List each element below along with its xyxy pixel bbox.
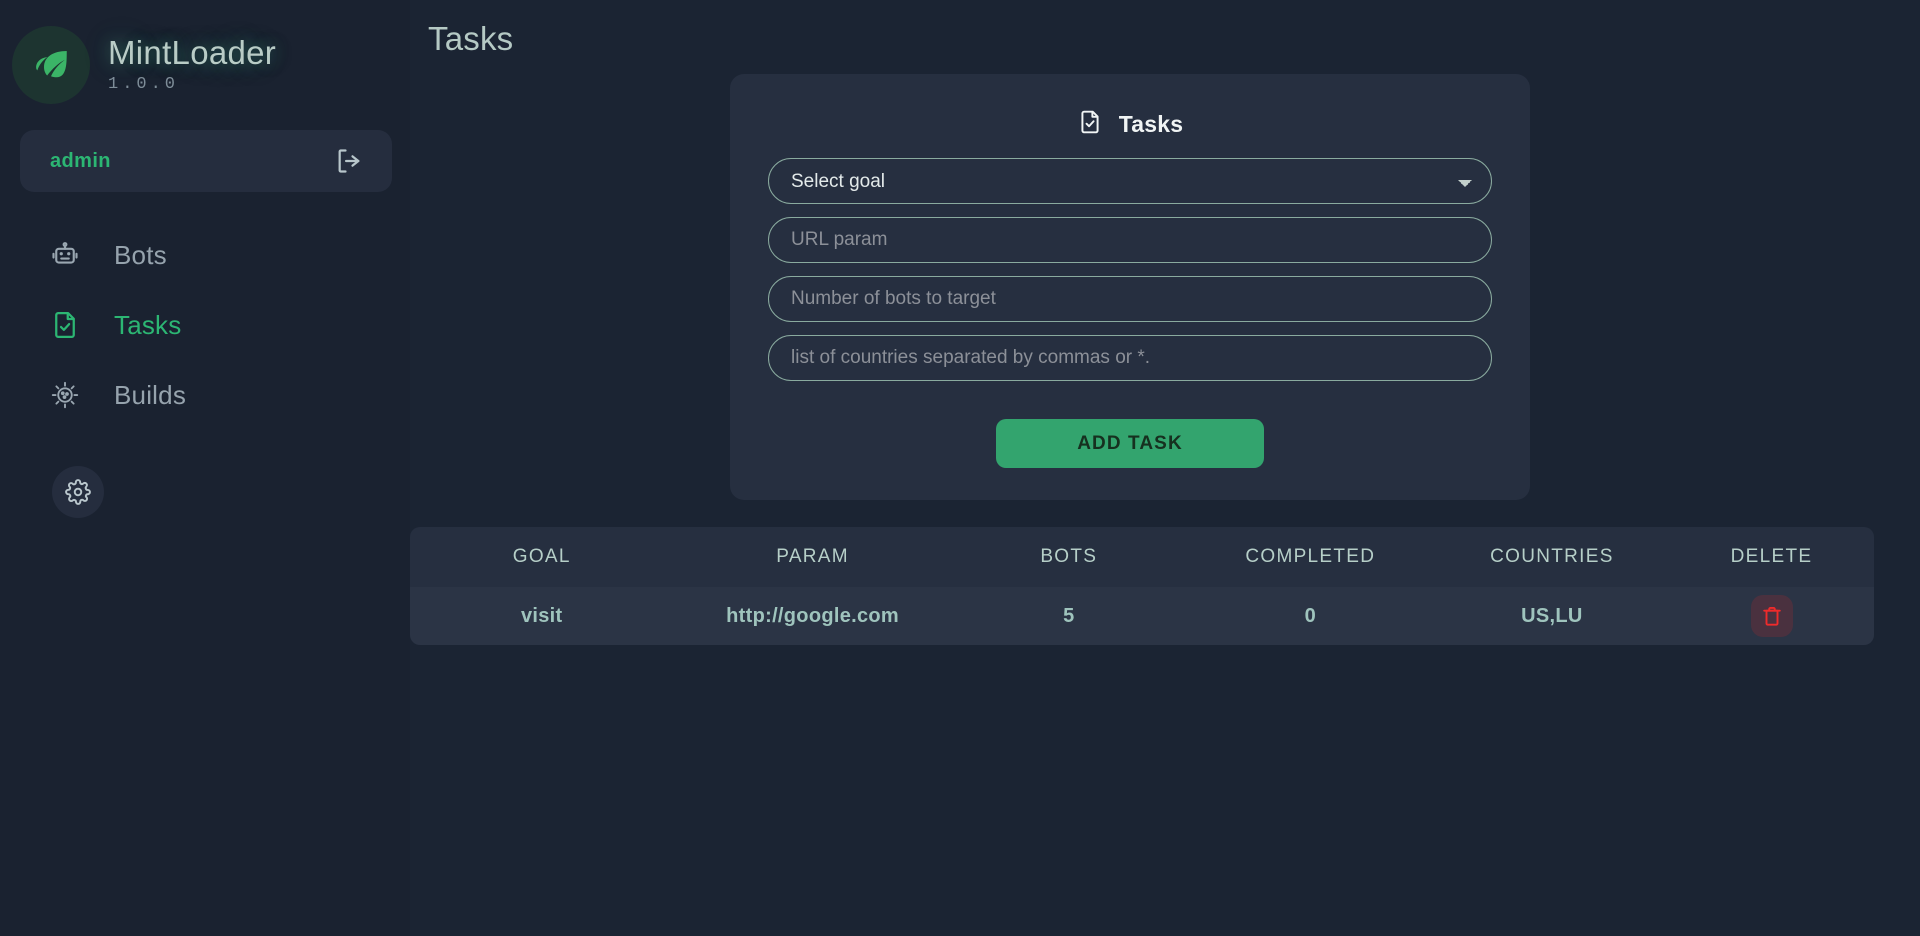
- robot-glyph: [52, 242, 78, 264]
- app-root: MintLoader 1.0.0 admin Bots Tasks Builds…: [0, 0, 1920, 936]
- countries-input[interactable]: [768, 335, 1492, 381]
- column-header-delete: DELETE: [1730, 546, 1813, 567]
- mint-leaf-icon: [12, 26, 90, 104]
- brand-name: MintLoader: [108, 33, 277, 71]
- virus-gear-glyph: [51, 381, 79, 409]
- robot-icon: [48, 238, 82, 272]
- tasks-table-wrap: GOAL PARAM BOTS COMPLETED COUNTRIES DELE…: [410, 527, 1874, 645]
- column-header-param: PARAM: [776, 546, 849, 567]
- column-header-bots: BOTS: [1040, 546, 1098, 567]
- logout-icon[interactable]: [334, 146, 364, 176]
- add-task-button-wrap: ADD TASK: [768, 419, 1492, 468]
- sidebar-item-label: Builds: [114, 379, 187, 410]
- trash-glyph: [1762, 606, 1781, 626]
- sidebar-item-label: Bots: [114, 239, 167, 270]
- column-header-goal: GOAL: [512, 546, 571, 567]
- brand: MintLoader 1.0.0: [0, 0, 410, 112]
- sidebar-item-label: Tasks: [114, 309, 182, 340]
- cell-param: http://google.com: [726, 604, 900, 627]
- tasks-table: GOAL PARAM BOTS COMPLETED COUNTRIES DELE…: [410, 527, 1874, 645]
- logout-glyph: [338, 149, 360, 173]
- user-name: admin: [50, 149, 111, 172]
- goal-select[interactable]: Select goal: [768, 158, 1492, 204]
- brand-version: 1.0.0: [108, 75, 180, 95]
- tasks-table-head: GOAL PARAM BOTS COMPLETED COUNTRIES DELE…: [410, 527, 1874, 587]
- sidebar-item-tasks[interactable]: Tasks: [0, 290, 410, 360]
- column-header-completed: COMPLETED: [1245, 546, 1376, 567]
- cell-goal: visit: [520, 604, 563, 627]
- cell-completed: 0: [1304, 604, 1317, 627]
- card-header: Tasks: [730, 96, 1530, 152]
- card-title: Tasks: [1118, 110, 1184, 137]
- document-check-icon: [48, 308, 82, 342]
- cell-delete: [1669, 587, 1874, 645]
- gear-icon[interactable]: [52, 466, 104, 518]
- main-content: Tasks Tasks Select goal URL param Number…: [410, 0, 1920, 936]
- bots-count-input[interactable]: [768, 276, 1492, 322]
- cell-countries: US,LU: [1521, 604, 1583, 627]
- mint-leaf-glyph: [36, 51, 67, 78]
- document-check-icon: [1077, 109, 1103, 140]
- trash-icon[interactable]: [1750, 595, 1793, 637]
- url-param-input[interactable]: [768, 217, 1492, 263]
- sidebar-item-bots[interactable]: Bots: [0, 220, 410, 290]
- gear-glyph: [65, 479, 91, 505]
- user-card: admin: [20, 130, 392, 192]
- tasks-table-body: visit http://google.com 5 0 US,LU: [410, 587, 1874, 645]
- table-row: visit http://google.com 5 0 US,LU: [410, 587, 1874, 645]
- sidebar-nav: Bots Tasks Builds: [0, 220, 410, 518]
- tasks-card: Tasks Select goal ADD TASK: [730, 74, 1530, 500]
- virus-gear-icon: [48, 378, 82, 412]
- column-header-countries: COUNTRIES: [1490, 546, 1614, 567]
- add-task-button[interactable]: ADD TASK: [996, 419, 1264, 468]
- settings-row: [0, 466, 410, 518]
- document-check-glyph: [1081, 110, 1099, 133]
- page-title: Tasks: [428, 20, 514, 57]
- brand-text: MintLoader 1.0.0: [108, 33, 277, 95]
- sidebar: MintLoader 1.0.0 admin Bots Tasks Builds: [0, 0, 410, 936]
- document-check-glyph: [55, 312, 75, 338]
- cell-bots: 5: [1063, 604, 1075, 627]
- add-task-form: Select goal ADD TASK: [730, 158, 1530, 468]
- table-header-row: GOAL PARAM BOTS COMPLETED COUNTRIES DELE…: [410, 527, 1874, 587]
- sidebar-item-builds[interactable]: Builds: [0, 360, 410, 430]
